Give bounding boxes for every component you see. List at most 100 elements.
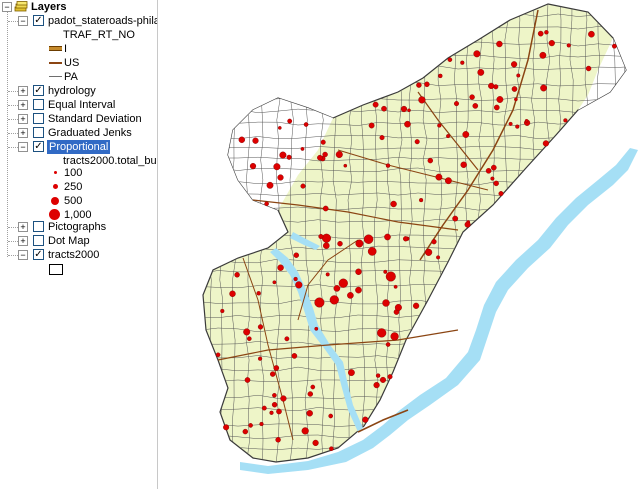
proportional-symbol: [488, 82, 495, 90]
proportional-symbol: [314, 326, 319, 331]
proportional-symbol: [375, 373, 381, 378]
proportional-symbol: [312, 439, 319, 447]
proportional-symbol: [272, 392, 277, 398]
pa-road-symbol-icon: [49, 76, 62, 77]
proportional-symbol: [275, 437, 281, 443]
proportional-symbol: [223, 424, 230, 431]
proportional-symbol: [588, 30, 595, 38]
proportional-symbol: [372, 101, 379, 108]
proportional-symbol: [355, 239, 364, 248]
proportional-symbol: [320, 139, 326, 145]
layer-visibility-checkbox[interactable]: [33, 99, 44, 110]
proportional-symbol: [438, 73, 443, 79]
proportional-symbol: [287, 118, 293, 124]
proportional-symbol: [539, 51, 547, 59]
map-view[interactable]: [158, 0, 640, 489]
layer-visibility-checkbox[interactable]: ✓: [33, 249, 44, 260]
proportional-symbol: [278, 126, 282, 130]
proportional-symbol: [496, 96, 504, 103]
proportional-symbol: [256, 291, 261, 296]
proportional-symbol: [460, 60, 465, 65]
interstate-road-symbol-icon: [49, 46, 62, 51]
proportional-symbol: [498, 191, 504, 197]
proportional-symbol: [244, 377, 251, 383]
layer-label: tracts2000: [48, 249, 100, 261]
proportional-symbol: [234, 272, 240, 278]
layer-visibility-checkbox[interactable]: [33, 235, 44, 246]
proportional-symbol: [242, 428, 249, 435]
collapse-icon[interactable]: −: [18, 16, 28, 26]
proportional-symbol: [379, 135, 385, 141]
proportional-symbol: [293, 252, 300, 258]
proportional-symbol: [427, 157, 433, 164]
proportional-symbol: [306, 410, 313, 417]
expand-icon[interactable]: +: [18, 114, 28, 124]
tract-line: [203, 460, 626, 462]
proportional-symbol: [220, 308, 225, 314]
proportional-symbol: [293, 276, 298, 282]
proportional-symbol: [464, 221, 471, 228]
proportional-symbol: [516, 73, 521, 78]
proportional-symbol: [414, 139, 420, 145]
collapse-icon[interactable]: −: [18, 250, 28, 260]
layer-label-selected[interactable]: Proportional: [47, 140, 111, 154]
proportional-symbol: [269, 410, 274, 415]
expand-icon[interactable]: +: [18, 100, 28, 110]
proportional-symbol: [363, 234, 374, 244]
layer-visibility-checkbox[interactable]: ✓: [33, 15, 44, 26]
layer-visibility-checkbox[interactable]: [33, 127, 44, 138]
proportional-symbol: [381, 105, 387, 112]
layer-visibility-checkbox[interactable]: [33, 221, 44, 232]
proportional-symbol: [493, 104, 500, 111]
proportional-symbol: [259, 421, 264, 427]
expand-icon[interactable]: +: [18, 86, 28, 96]
layer-visibility-checkbox[interactable]: ✓: [33, 141, 44, 152]
proportional-symbol: [446, 134, 451, 139]
proportional-symbol: [548, 39, 555, 47]
proportional-symbol: [413, 302, 420, 309]
proportional-symbol: [300, 146, 305, 151]
expand-icon[interactable]: +: [18, 128, 28, 138]
expand-icon[interactable]: +: [18, 236, 28, 246]
proportional-symbol: [329, 446, 334, 452]
proportional-symbol: [382, 299, 390, 307]
proportional-symbol: [301, 427, 309, 435]
proportional-symbol: [384, 233, 391, 241]
proportional-symbol: [419, 198, 424, 203]
legend-class-label: I: [64, 43, 68, 55]
proportional-symbol: [280, 395, 287, 402]
layer-visibility-checkbox[interactable]: [33, 113, 44, 124]
tract-line: [158, 476, 638, 480]
expand-icon[interactable]: +: [18, 222, 28, 232]
collapse-icon[interactable]: −: [18, 142, 28, 152]
layer-label: Standard Deviation: [48, 113, 142, 125]
proportional-symbol: [540, 84, 547, 92]
proportional-symbol: [333, 285, 341, 292]
layer-label: padot_stateroads-philad: [48, 15, 158, 27]
collapse-icon[interactable]: −: [2, 2, 12, 12]
legend-class-label: 100: [64, 167, 83, 179]
proportional-symbol: [437, 123, 442, 128]
proportional-symbol: [508, 121, 513, 126]
proportional-symbol: [447, 57, 453, 63]
proportional-symbol: [249, 163, 257, 170]
legend-class-label: 250: [64, 181, 83, 193]
proportional-symbol: [295, 281, 303, 289]
proportional-symbol: [300, 183, 306, 189]
proportional-symbol: [322, 242, 330, 249]
proportional-circle-icon: [51, 197, 59, 205]
proportional-symbol: [493, 180, 499, 187]
proportional-symbol: [355, 286, 362, 294]
layer-label: Dot Map: [48, 235, 90, 247]
layer-label: Graduated Jenks: [48, 127, 132, 139]
proportional-symbol: [362, 416, 369, 423]
layer-visibility-checkbox[interactable]: ✓: [33, 85, 44, 96]
proportional-symbol: [238, 136, 246, 144]
proportional-symbol: [269, 371, 276, 377]
proportional-symbol: [383, 269, 388, 274]
tract-line: [203, 445, 626, 451]
proportional-symbol: [585, 65, 592, 72]
proportional-symbol: [325, 272, 330, 277]
philadelphia-tracts-map[interactable]: [158, 0, 640, 489]
proportional-circle-icon: [53, 184, 58, 189]
